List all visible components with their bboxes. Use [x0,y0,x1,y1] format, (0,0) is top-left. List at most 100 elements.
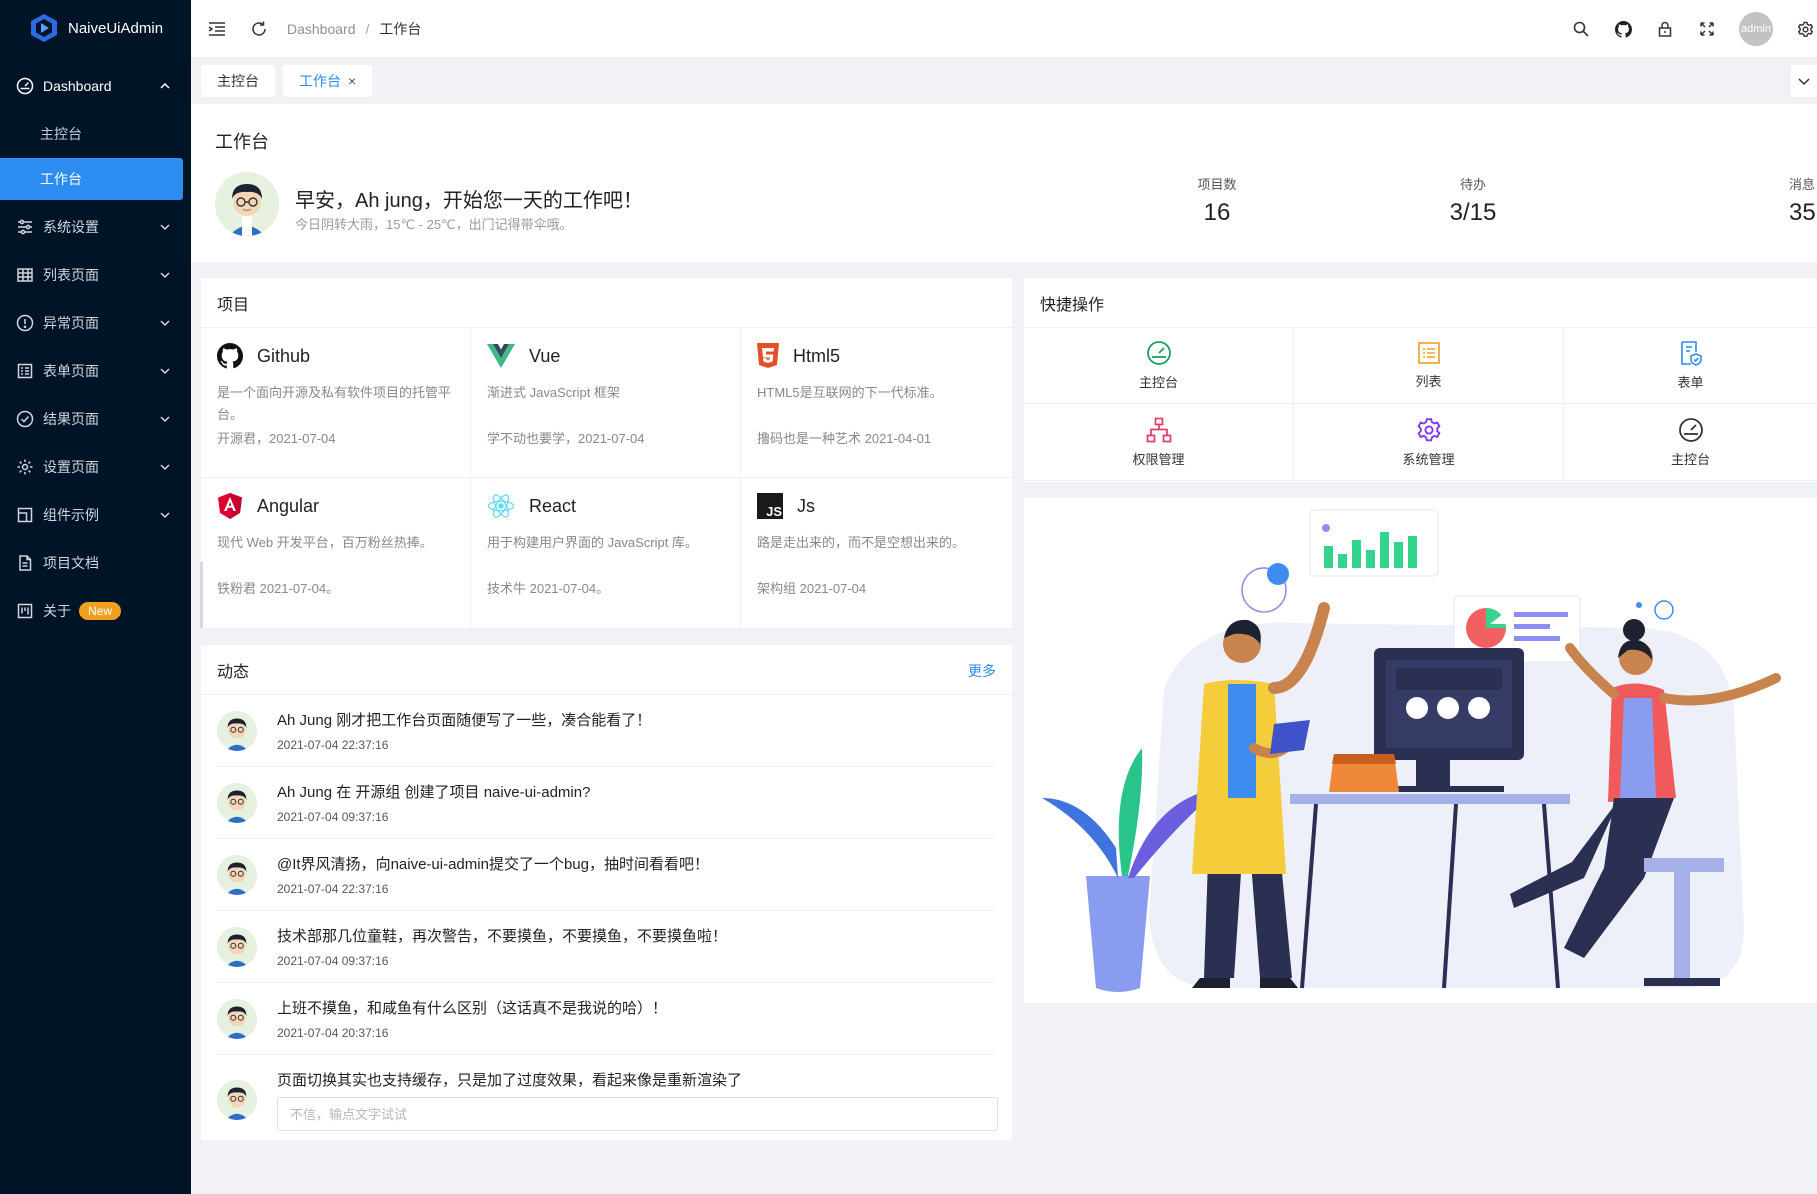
sidebar-item-label: 结果页面 [43,411,99,427]
breadcrumb-separator: / [365,20,370,37]
sidebar-subitem-workplace[interactable]: 工作台 [0,158,183,200]
greeting-text: 早安，Ah jung，开始您一天的工作吧！ [295,190,643,212]
activity-text: 上班不摸鱼，和咸鱼有什么区别（这话真不是我说的哈）！ [277,1000,668,1017]
project-name: React [529,495,577,516]
tab-label: 工作台 [299,73,341,89]
project-meta: 铁粉君 2021-07-04。 [217,581,340,596]
html5-icon [757,343,779,369]
quick-list[interactable]: 列表 [1294,328,1564,404]
project-react[interactable]: React 用于构建用户界面的 JavaScript 库。 技术牛 2021-0… [471,478,741,629]
settings-gear-icon[interactable] [1795,19,1815,39]
project-desc: 用于构建用户界面的 JavaScript 库。 [487,535,698,550]
sidebar-item-docs[interactable]: 项目文档 [0,539,191,587]
stat-value: 16 [1203,199,1231,226]
avatar [217,926,257,967]
gauge-icon [16,77,34,95]
activity-text: Ah Jung 在 开源组 创建了项目 naive-ui-admin? [277,784,591,801]
list-item: 技术部那几位童鞋，再次警告，不要摸鱼，不要摸鱼，不要摸鱼啦！ 2021-07-04… [217,911,996,983]
lock-icon[interactable] [1655,19,1675,39]
project-meta: 技术牛 2021-07-04。 [487,581,610,596]
sidebar-item-components[interactable]: 组件示例 [0,491,191,539]
tabs-dropdown[interactable] [1791,65,1817,97]
react-icon [487,493,515,519]
search-icon[interactable] [1571,19,1591,39]
more-link[interactable]: 更多 [968,661,996,681]
about-icon [16,602,34,620]
logo[interactable]: NaiveUiAdmin [0,0,191,56]
project-desc: 是一个面向开源及私有软件项目的托管平台。 [217,385,452,422]
sidebar-item-dashboard[interactable]: Dashboard [0,62,191,110]
header: Dashboard / 工作台 admin [191,0,1817,58]
github-icon[interactable] [1613,19,1633,39]
sidebar-item-system-settings[interactable]: 系统设置 [0,203,191,251]
avatar [217,998,257,1039]
project-js[interactable]: JS Js 路是走出来的，而不是空想出来的。 架构组 2021-07-04 [741,478,1012,629]
user-avatar[interactable]: admin [1739,12,1773,46]
sidebar-item-result-pages[interactable]: 结果页面 [0,395,191,443]
avatar [217,782,257,823]
list-item: @It界风清扬，向naive-ui-admin提交了一个bug，抽时间看看吧！ 2… [217,839,996,911]
project-name: Js [797,495,815,516]
menu-collapse-icon[interactable] [207,19,227,39]
project-github[interactable]: Github 是一个面向开源及私有软件项目的托管平台。 开源君，2021-07-… [201,328,471,478]
project-html5[interactable]: Html5 HTML5是互联网的下一代标准。 撸码也是一种艺术 2021-04-… [741,328,1012,478]
close-icon[interactable]: × [348,73,356,89]
quick-system[interactable]: 系统管理 [1294,404,1564,481]
tab-workplace[interactable]: 工作台 × [283,65,373,97]
fullscreen-icon[interactable] [1697,19,1717,39]
sidebar-item-label: 列表页面 [43,267,99,283]
sidebar-item-settings-pages[interactable]: 设置页面 [0,443,191,491]
activity-time: 2021-07-04 09:37:16 [277,810,389,824]
quick-form[interactable]: 表单 [1564,328,1817,404]
activity-time: 2021-07-04 22:37:16 [277,738,389,752]
js-icon: JS [757,493,783,519]
org-chart-icon [1146,417,1172,443]
quick-console[interactable]: 主控台 [1024,328,1294,404]
stat-value: 35 [1789,199,1816,226]
project-meta: 学不动也要学，2021-07-04 [487,431,645,446]
stat-label: 待办 [1459,177,1486,192]
gear-icon [1416,417,1442,443]
card-title: 快捷操作 [1024,278,1817,328]
quick-label: 主控台 [1138,375,1178,390]
sidebar-subitem-console[interactable]: 主控台 [0,113,183,155]
gear-icon [16,458,34,476]
sidebar-item-list-pages[interactable]: 列表页面 [0,251,191,299]
list-item: Ah Jung 在 开源组 创建了项目 naive-ui-admin? 2021-… [217,767,996,839]
chevron-down-icon [159,461,171,473]
activity-time: 2021-07-04 09:37:16 [277,954,389,968]
sidebar-item-label: 组件示例 [43,507,99,523]
dashboard-gauge-icon [1146,340,1172,366]
card-title: 动态 [217,663,250,681]
activity-time: 2021-07-04 20:37:16 [277,1026,389,1040]
breadcrumb-root[interactable]: Dashboard [287,21,356,37]
project-angular[interactable]: Angular 现代 Web 开发平台，百万粉丝热捧。 铁粉君 2021-07-… [200,478,471,629]
project-vue[interactable]: Vue 渐进式 JavaScript 框架 学不动也要学，2021-07-04 [471,328,741,478]
sidebar-item-about[interactable]: 关于 New [0,587,191,635]
project-desc: 渐进式 JavaScript 框架 [487,385,620,400]
vue-icon [487,344,515,368]
quick-console-2[interactable]: 主控台 [1564,404,1817,481]
avatar [217,1080,257,1120]
tab-console[interactable]: 主控台 [201,65,275,97]
stat-label: 消息 [1789,177,1816,192]
card-header: 动态 更多 [201,645,1012,695]
project-desc: 路是走出来的，而不是空想出来的。 [757,535,966,550]
sidebar-item-label: 关于 [43,603,71,619]
quick-label: 列表 [1415,374,1442,389]
list-icon [1417,341,1441,365]
table-icon [16,266,34,284]
chevron-down-icon [159,221,171,233]
chevron-down-icon [159,509,171,521]
test-input[interactable] [277,1097,998,1131]
tab-label: 主控台 [217,73,259,89]
activity-text: 技术部那几位童鞋，再次警告，不要摸鱼，不要摸鱼，不要摸鱼啦！ [277,928,728,945]
form-shield-icon [1679,340,1703,366]
sidebar-item-form-pages[interactable]: 表单页面 [0,347,191,395]
dashboard-gauge-icon [1678,417,1704,443]
sidebar-item-exception-pages[interactable]: 异常页面 [0,299,191,347]
quick-permission[interactable]: 权限管理 [1024,404,1294,481]
chevron-down-icon [159,365,171,377]
refresh-icon[interactable] [249,19,269,39]
chevron-down-icon [1797,74,1811,88]
